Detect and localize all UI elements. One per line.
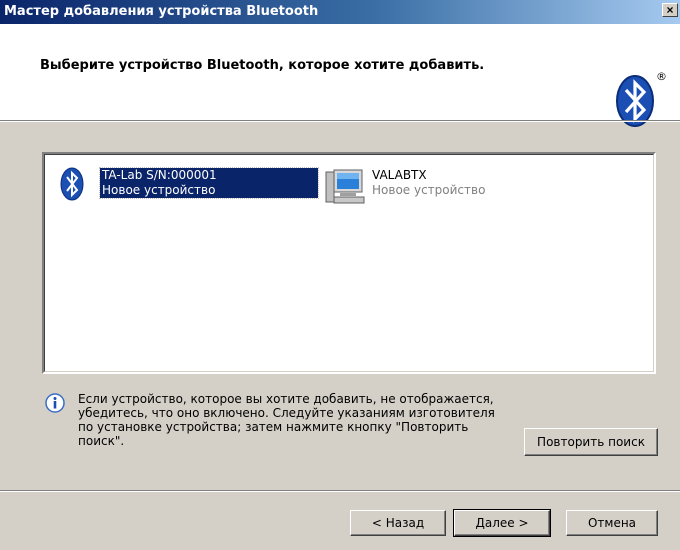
computer-icon: [325, 169, 365, 204]
next-button[interactable]: Далее >: [453, 509, 551, 537]
device-list[interactable]: TA-Lab S/N:000001 Новое устройство VALAB…: [42, 152, 656, 374]
registered-mark: ®: [656, 70, 667, 83]
info-icon: [45, 393, 65, 413]
retry-search-button[interactable]: Повторить поиск: [524, 428, 658, 456]
device-label: TA-Lab S/N:000001 Новое устройство: [99, 167, 319, 199]
device-label: VALABTX Новое устройство: [372, 168, 485, 198]
device-status: Новое устройство: [372, 183, 486, 197]
bluetooth-device-icon: [60, 167, 84, 201]
device-status: Новое устройство: [102, 183, 216, 197]
footer-separator: [0, 490, 680, 492]
back-button[interactable]: < Назад: [350, 510, 446, 536]
bluetooth-logo-icon: ®: [616, 70, 667, 127]
close-button[interactable]: ×: [662, 3, 678, 17]
close-icon: ×: [666, 3, 674, 17]
info-message: Если устройство, которое вы хотите добав…: [78, 392, 495, 448]
page-title: Выберите устройство Bluetooth, которое х…: [40, 58, 485, 73]
title-bar: Мастер добавления устройства Bluetooth ×: [0, 0, 680, 24]
device-name: TA-Lab S/N:000001: [102, 168, 217, 182]
cancel-button[interactable]: Отмена: [566, 510, 658, 536]
device-name: VALABTX: [372, 168, 427, 182]
wizard-header: Выберите устройство Bluetooth, которое х…: [0, 24, 680, 127]
header-separator: [0, 120, 680, 122]
window-title: Мастер добавления устройства Bluetooth: [4, 4, 319, 19]
